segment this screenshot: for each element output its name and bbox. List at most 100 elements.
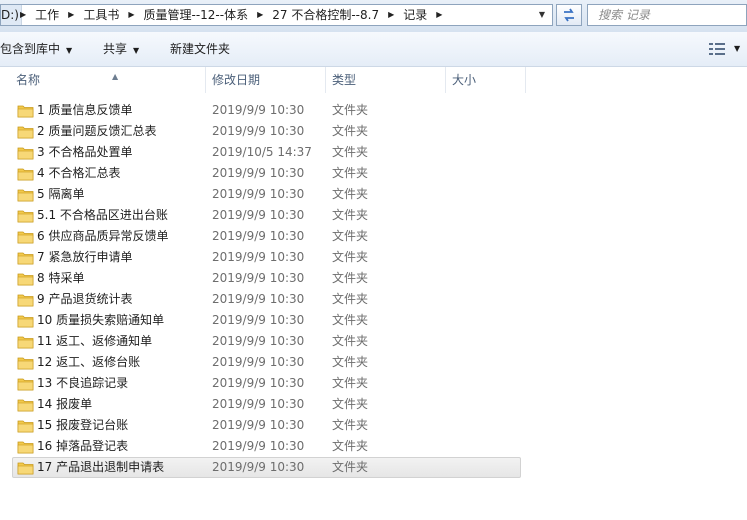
file-type: 文件夹 (332, 187, 369, 201)
file-date: 2019/9/9 10:30 (212, 355, 305, 369)
file-date: 2019/9/9 10:30 (212, 229, 305, 243)
list-item[interactable]: 5 隔离单 2019/9/9 10:30 文件夹 (12, 184, 521, 205)
new-folder-button[interactable]: 新建文件夹 (170, 32, 230, 66)
include-in-library-button[interactable]: 包含到库中 ▼ (0, 32, 72, 66)
folder-icon (17, 210, 34, 223)
chevron-right-icon[interactable]: ▶ (17, 5, 29, 25)
list-item[interactable]: 10 质量损失索赔通知单 2019/9/9 10:30 文件夹 (12, 310, 521, 331)
breadcrumb-label[interactable]: 质量管理--12--体系 (138, 5, 255, 25)
chevron-right-icon[interactable]: ▶ (65, 5, 77, 25)
folder-icon (17, 273, 34, 286)
share-label: 共享 (103, 42, 128, 56)
sort-up-icon: ▲ (112, 72, 119, 81)
breadcrumb-item[interactable]: 工作 ▶ (29, 5, 77, 25)
column-type[interactable]: 类型 (326, 67, 446, 93)
file-date: 2019/9/9 10:30 (212, 313, 305, 327)
file-date: 2019/9/9 10:30 (212, 187, 305, 201)
chevron-right-icon[interactable]: ▶ (433, 5, 445, 25)
list-item[interactable]: 7 紧急放行申请单 2019/9/9 10:30 文件夹 (12, 247, 521, 268)
view-options-chevron-icon[interactable]: ▼ (734, 32, 740, 66)
list-item[interactable]: 4 不合格汇总表 2019/9/9 10:30 文件夹 (12, 163, 521, 184)
breadcrumb-item[interactable]: 记录 ▶ (397, 5, 445, 25)
file-name: 9 产品退货统计表 (37, 292, 133, 306)
folder-icon (17, 378, 34, 391)
list-item[interactable]: 15 报废登记台账 2019/9/9 10:30 文件夹 (12, 415, 521, 436)
file-type: 文件夹 (332, 124, 369, 138)
folder-icon (17, 105, 34, 118)
file-type: 文件夹 (332, 313, 369, 327)
file-date: 2019/9/9 10:30 (212, 418, 305, 432)
column-date-label: 修改日期 (212, 73, 261, 87)
view-details-icon[interactable] (708, 41, 728, 57)
breadcrumb-item[interactable]: 质量管理--12--体系 ▶ (138, 5, 267, 25)
list-item[interactable]: 6 供应商品质异常反馈单 2019/9/9 10:30 文件夹 (12, 226, 521, 247)
file-date: 2019/9/9 10:30 (212, 460, 305, 474)
breadcrumb-label[interactable]: 记录 (397, 5, 433, 25)
column-date[interactable]: 修改日期 (206, 67, 326, 93)
file-type: 文件夹 (332, 208, 369, 222)
folder-icon (17, 336, 34, 349)
chevron-right-icon[interactable]: ▶ (385, 5, 397, 25)
folder-icon (17, 189, 34, 202)
column-header: 名称 ▲ 修改日期 类型 大小 (0, 67, 747, 93)
breadcrumb-label[interactable]: 工具书 (77, 5, 125, 25)
file-name: 10 质量损失索赔通知单 (37, 313, 165, 327)
list-item[interactable]: 3 不合格品处置单 2019/10/5 14:37 文件夹 (12, 142, 521, 163)
chevron-down-icon[interactable]: ▼ (536, 5, 548, 25)
file-name: 5.1 不合格品区进出台账 (37, 208, 168, 222)
folder-icon (17, 231, 34, 244)
share-button[interactable]: 共享 ▼ (103, 32, 139, 66)
list-item[interactable]: 11 返工、返修通知单 2019/9/9 10:30 文件夹 (12, 331, 521, 352)
list-item[interactable]: 1 质量信息反馈单 2019/9/9 10:30 文件夹 (12, 100, 521, 121)
chevron-right-icon[interactable]: ▶ (254, 5, 266, 25)
breadcrumb-item[interactable]: 工具书 ▶ (77, 5, 137, 25)
command-toolbar: 包含到库中 ▼ 共享 ▼ 新建文件夹 ▼ (0, 32, 747, 67)
list-item[interactable]: 9 产品退货统计表 2019/9/9 10:30 文件夹 (12, 289, 521, 310)
file-name: 15 报废登记台账 (37, 418, 129, 432)
file-date: 2019/9/9 10:30 (212, 271, 305, 285)
file-name: 17 产品退出退制申请表 (37, 460, 165, 474)
file-type: 文件夹 (332, 229, 369, 243)
folder-icon (17, 357, 34, 370)
file-name: 3 不合格品处置单 (37, 145, 133, 159)
list-item[interactable]: 13 不良追踪记录 2019/9/9 10:30 文件夹 (12, 373, 521, 394)
column-size[interactable]: 大小 (446, 67, 526, 93)
breadcrumb-label[interactable]: 27 不合格控制--8.7 (266, 5, 385, 25)
file-date: 2019/9/9 10:30 (212, 103, 305, 117)
address-bar[interactable]: D:) ▶ 工作 ▶ 工具书 ▶ 质量管理--12--体系 ▶ 27 不合格控制… (0, 4, 553, 26)
file-type: 文件夹 (332, 376, 369, 390)
folder-icon (17, 420, 34, 433)
refresh-button[interactable] (556, 4, 582, 26)
list-item[interactable]: 16 掉落品登记表 2019/9/9 10:30 文件夹 (12, 436, 521, 457)
file-type: 文件夹 (332, 460, 369, 474)
list-item[interactable]: 5.1 不合格品区进出台账 2019/9/9 10:30 文件夹 (12, 205, 521, 226)
chevron-right-icon[interactable]: ▶ (125, 5, 137, 25)
include-in-library-label: 包含到库中 (0, 42, 61, 56)
file-name: 12 返工、返修台账 (37, 355, 141, 369)
file-type: 文件夹 (332, 250, 369, 264)
list-item[interactable]: 17 产品退出退制申请表 2019/9/9 10:30 文件夹 (12, 457, 521, 478)
list-item[interactable]: 14 报废单 2019/9/9 10:30 文件夹 (12, 394, 521, 415)
file-type: 文件夹 (332, 418, 369, 432)
file-date: 2019/9/9 10:30 (212, 376, 305, 390)
file-date: 2019/9/9 10:30 (212, 292, 305, 306)
file-date: 2019/9/9 10:30 (212, 166, 305, 180)
file-name: 1 质量信息反馈单 (37, 103, 133, 117)
file-date: 2019/9/9 10:30 (212, 397, 305, 411)
file-date: 2019/9/9 10:30 (212, 439, 305, 453)
list-item[interactable]: 2 质量问题反馈汇总表 2019/9/9 10:30 文件夹 (12, 121, 521, 142)
search-input[interactable]: 搜索 记录 (587, 4, 747, 26)
breadcrumb: ▶ 工作 ▶ 工具书 ▶ 质量管理--12--体系 ▶ 27 不合格控制--8.… (17, 5, 445, 25)
file-type: 文件夹 (332, 271, 369, 285)
list-item[interactable]: 8 特采单 2019/9/9 10:30 文件夹 (12, 268, 521, 289)
folder-icon (17, 399, 34, 412)
column-type-label: 类型 (332, 73, 357, 87)
file-name: 13 不良追踪记录 (37, 376, 129, 390)
file-type: 文件夹 (332, 334, 369, 348)
breadcrumb-item[interactable]: 27 不合格控制--8.7 ▶ (266, 5, 397, 25)
list-item[interactable]: 12 返工、返修台账 2019/9/9 10:30 文件夹 (12, 352, 521, 373)
breadcrumb-label[interactable]: 工作 (29, 5, 65, 25)
file-date: 2019/9/9 10:30 (212, 250, 305, 264)
column-name[interactable]: 名称 ▲ (10, 67, 206, 93)
folder-icon (17, 168, 34, 181)
